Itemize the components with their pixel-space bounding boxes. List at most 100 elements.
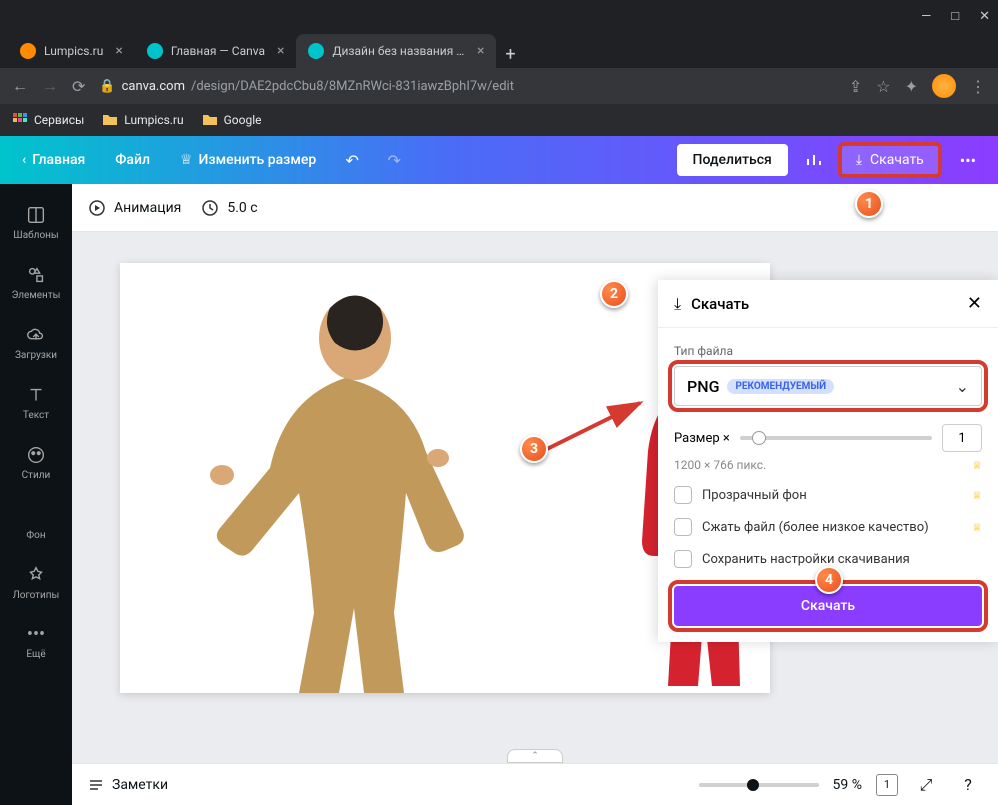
- home-button[interactable]: ‹ Главная: [12, 146, 95, 174]
- help-icon[interactable]: ?: [954, 771, 982, 799]
- canva-topbar: ‹ Главная Файл ♕ Изменить размер ↶ ↷ Под…: [0, 136, 998, 184]
- forward-button[interactable]: →: [42, 76, 58, 96]
- bookmark-google[interactable]: Google: [202, 112, 262, 128]
- resize-label: Изменить размер: [199, 152, 317, 168]
- sidebar-uploads[interactable]: Загрузки: [0, 312, 72, 372]
- tab-title: Главная — Canva: [171, 44, 265, 58]
- file-menu[interactable]: Файл: [105, 146, 160, 174]
- chevron-down-icon: ⌄: [956, 377, 969, 396]
- extensions-icon[interactable]: ✦: [905, 77, 918, 96]
- recommended-badge: РЕКОМЕНДУЕМЫЙ: [727, 379, 834, 394]
- transparent-bg-label: Прозрачный фон: [702, 488, 807, 503]
- share-icon[interactable]: ⇪: [849, 77, 862, 96]
- window-close[interactable]: ✕: [979, 9, 990, 24]
- sidebar-templates[interactable]: Шаблоны: [0, 192, 72, 252]
- callout-1: 1: [855, 190, 883, 218]
- duration-label: 5.0 с: [227, 200, 257, 216]
- resize-button[interactable]: ♕ Изменить размер: [170, 146, 326, 174]
- sidebar-elements[interactable]: Элементы: [0, 252, 72, 312]
- bookmark-label: Google: [224, 113, 262, 127]
- size-slider[interactable]: [740, 436, 932, 440]
- star-icon[interactable]: ☆: [876, 77, 890, 96]
- crown-icon: ♕: [972, 521, 982, 534]
- panel-close-icon[interactable]: ✕: [967, 293, 982, 314]
- tab-title: Дизайн без названия — 1200: [332, 44, 465, 58]
- dimensions-text: 1200 × 766 пикс.: [674, 458, 766, 472]
- redo-button[interactable]: ↷: [378, 144, 410, 176]
- callout-2: 2: [600, 280, 628, 308]
- back-button[interactable]: ←: [12, 76, 28, 96]
- size-label: Размер ×: [674, 431, 730, 446]
- compress-checkbox[interactable]: [674, 518, 692, 536]
- person-left: [180, 283, 510, 693]
- clock-icon: [201, 199, 219, 217]
- zoom-value: 59 %: [833, 777, 862, 793]
- filetype-value: PNG: [687, 377, 719, 396]
- bookmark-label: Сервисы: [34, 113, 84, 127]
- favicon: [308, 43, 324, 59]
- bookmarks-bar: Сервисы Lumpics.ru Google: [0, 104, 998, 136]
- canvas-footer: Заметки 59 % 1 ⤢ ?: [72, 763, 998, 805]
- tab-close-icon[interactable]: ×: [115, 43, 122, 59]
- save-settings-checkbox[interactable]: [674, 550, 692, 568]
- callout-3: 3: [520, 435, 548, 463]
- sidebar-more[interactable]: •••Ещё: [0, 612, 72, 672]
- tab-canva-design[interactable]: Дизайн без названия — 1200 ×: [296, 34, 496, 68]
- crown-icon: ♕: [180, 152, 193, 168]
- undo-button[interactable]: ↶: [336, 144, 368, 176]
- bookmark-lumpics[interactable]: Lumpics.ru: [102, 112, 183, 128]
- sidebar-styles[interactable]: Стили: [0, 432, 72, 492]
- canvas-area: Анимация 5.0 с: [72, 184, 998, 805]
- url-field[interactable]: 🔒 canva.com/design/DAE2pdcCbu8/8MZnRWci-…: [99, 79, 834, 94]
- filetype-select[interactable]: PNG РЕКОМЕНДУЕМЫЙ ⌄: [674, 366, 982, 406]
- share-button[interactable]: Поделиться: [677, 144, 788, 176]
- canvas-main[interactable]: ⤓ Скачать ✕ Тип файла PNG РЕКОМЕНДУЕМЫЙ …: [72, 232, 998, 763]
- menu-icon[interactable]: ⋮: [970, 77, 986, 96]
- favicon: [20, 43, 36, 59]
- download-icon: ⤓: [674, 294, 681, 314]
- tab-title: Lumpics.ru: [44, 44, 103, 58]
- size-input[interactable]: [942, 424, 982, 452]
- crown-icon: ♕: [972, 459, 982, 472]
- save-settings-label: Сохранить настройки скачивания: [702, 552, 910, 567]
- favicon: [147, 43, 163, 59]
- tab-close-icon[interactable]: ×: [277, 43, 284, 59]
- reload-button[interactable]: ⟳: [72, 77, 85, 96]
- notes-button[interactable]: Заметки: [88, 777, 168, 793]
- sidebar-logos[interactable]: Логотипы: [0, 552, 72, 612]
- sidebar-text[interactable]: Текст: [0, 372, 72, 432]
- url-host: canva.com: [122, 79, 185, 94]
- callout-4: 4: [815, 566, 843, 594]
- analytics-icon[interactable]: [798, 144, 830, 176]
- sidebar-background[interactable]: Фон: [0, 492, 72, 552]
- folder-icon: [202, 112, 218, 128]
- more-button[interactable]: •••: [950, 145, 986, 176]
- window-maximize[interactable]: □: [951, 8, 959, 24]
- filetype-label: Тип файла: [674, 344, 982, 358]
- grid-icon: [12, 112, 28, 128]
- panel-title: Скачать: [691, 295, 957, 313]
- fullscreen-icon[interactable]: ⤢: [912, 771, 940, 799]
- chevron-left-icon: ‹: [22, 152, 26, 168]
- page-handle[interactable]: ⌃: [507, 749, 563, 763]
- tab-lumpics[interactable]: Lumpics.ru ×: [8, 34, 135, 68]
- lock-icon: 🔒: [99, 79, 115, 94]
- tab-close-icon[interactable]: ×: [477, 43, 484, 59]
- folder-icon: [102, 112, 118, 128]
- tab-canva-home[interactable]: Главная — Canva ×: [135, 34, 297, 68]
- arrow-annotation: [540, 395, 650, 455]
- animation-button[interactable]: Анимация: [88, 199, 181, 217]
- download-button[interactable]: ⤓ Скачать: [840, 144, 940, 176]
- left-sidebar: Шаблоны Элементы Загрузки Текст Стили Фо…: [0, 184, 72, 805]
- window-minimize[interactable]: —: [921, 9, 931, 24]
- duration-button[interactable]: 5.0 с: [201, 199, 257, 217]
- home-label: Главная: [32, 152, 85, 168]
- download-icon: ⤓: [856, 152, 862, 168]
- profile-avatar[interactable]: [932, 74, 956, 98]
- transparent-bg-checkbox[interactable]: [674, 486, 692, 504]
- page-count-button[interactable]: 1: [876, 774, 898, 796]
- bookmark-services[interactable]: Сервисы: [12, 112, 84, 128]
- new-tab-button[interactable]: +: [496, 40, 524, 68]
- zoom-slider[interactable]: [699, 783, 819, 787]
- address-bar: ← → ⟳ 🔒 canva.com/design/DAE2pdcCbu8/8MZ…: [0, 68, 998, 104]
